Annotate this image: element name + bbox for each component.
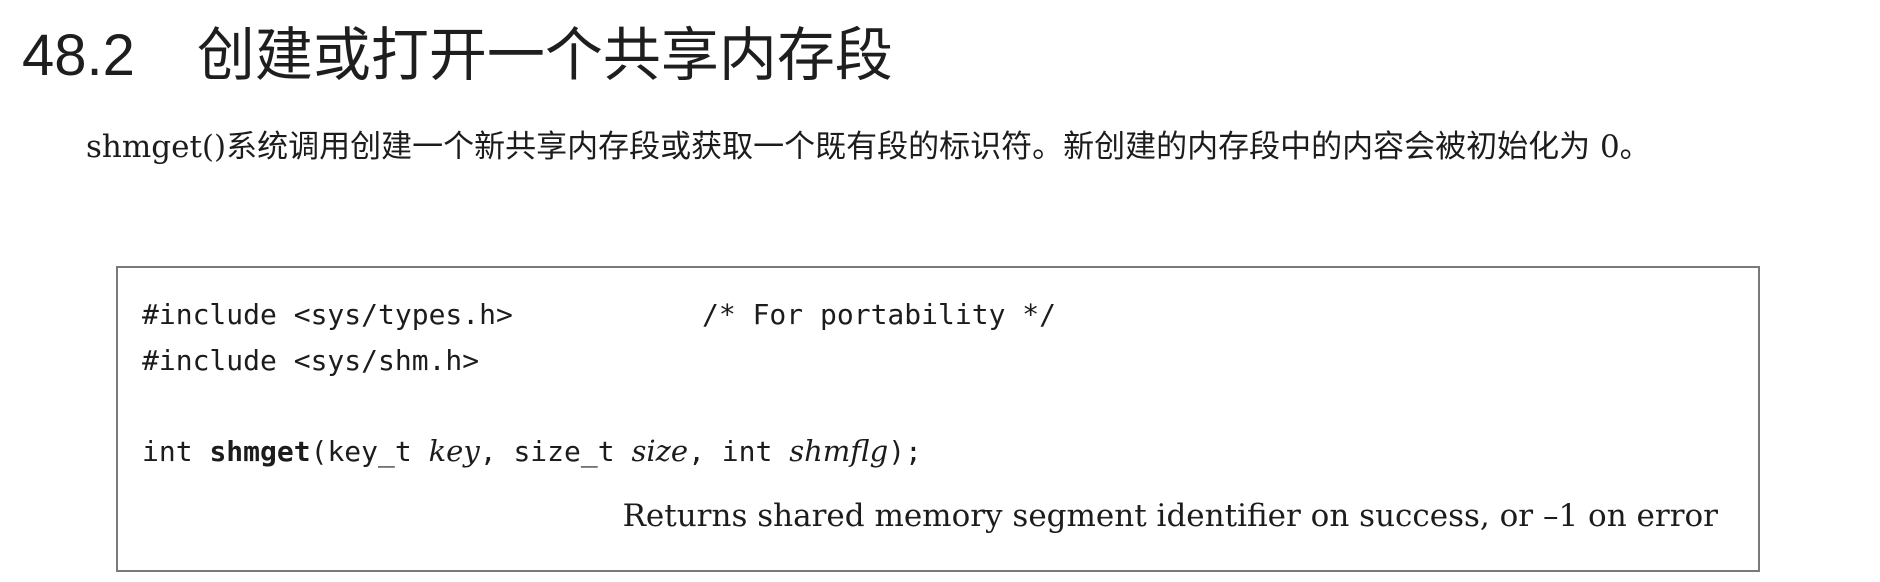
section-title: 创建或打开一个共享内存段 (196, 21, 893, 89)
function-name: shmget (209, 435, 311, 468)
portability-comment: /* For portability */ (702, 298, 1057, 331)
function-prototype-box: #include <sys/types.h> /* For portability… (116, 266, 1760, 572)
body-paragraph: shmget()系统调用创建一个新共享内存段或获取一个既有段的标识符。新创建的内… (86, 129, 1651, 165)
signature-open: (key_t (310, 435, 429, 468)
signature-separator-2: , int (688, 435, 790, 468)
section-number: 48.2 (22, 23, 135, 88)
function-signature: int shmget(key_t key, size_t size, int s… (142, 434, 922, 468)
param-key: key (428, 434, 480, 468)
param-size: size (631, 434, 689, 468)
signature-close: ); (888, 435, 922, 468)
include-types-line: #include <sys/types.h> /* For portability… (142, 298, 1056, 331)
param-shmflg: shmflg (789, 434, 889, 468)
include-types: #include <sys/types.h> (142, 298, 513, 331)
section-heading: 48.2 创建或打开一个共享内存段 (22, 10, 893, 101)
include-shm-line: #include <sys/shm.h> (142, 344, 480, 377)
return-description: Returns shared memory segment identifier… (622, 498, 1718, 534)
return-type: int (142, 435, 210, 468)
signature-separator-1: , size_t (479, 435, 632, 468)
